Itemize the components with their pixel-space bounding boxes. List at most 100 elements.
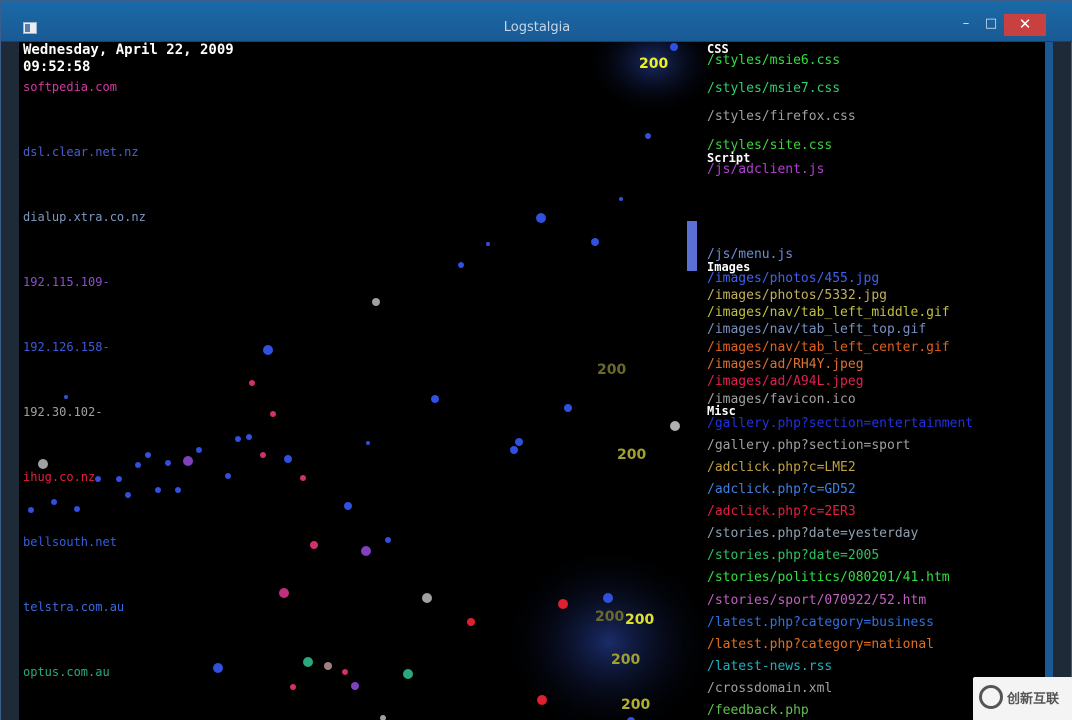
request-ball bbox=[183, 456, 193, 466]
path-label: /images/nav/tab_left_middle.gif bbox=[707, 305, 950, 320]
path-label: /latest.php?category=national bbox=[707, 637, 934, 652]
date-label: Wednesday, April 22, 2009 bbox=[23, 42, 234, 58]
request-ball bbox=[310, 541, 318, 549]
request-ball bbox=[303, 657, 313, 667]
close-button[interactable]: ✕ bbox=[1004, 14, 1046, 36]
path-label: /images/photos/455.jpg bbox=[707, 271, 880, 286]
request-ball bbox=[116, 476, 122, 482]
path-label: /images/nav/tab_left_top.gif bbox=[707, 322, 927, 337]
request-ball bbox=[385, 537, 391, 543]
path-label: /images/ad/A94L.jpeg bbox=[707, 374, 864, 389]
request-ball bbox=[670, 421, 680, 431]
time-label: 09:52:58 bbox=[23, 59, 91, 75]
path-label: /styles/msie6.css bbox=[707, 53, 841, 68]
response-code: 200 bbox=[617, 447, 647, 463]
request-ball bbox=[372, 298, 380, 306]
request-ball bbox=[300, 475, 306, 481]
path-label: /stories.php?date=yesterday bbox=[707, 526, 919, 541]
request-ball bbox=[135, 462, 141, 468]
request-ball bbox=[279, 588, 289, 598]
clock: Wednesday, April 22, 2009 09:52:58 bbox=[23, 42, 234, 76]
path-label: /stories/politics/080201/41.htm bbox=[707, 570, 950, 585]
host-label: 192.126.158- bbox=[23, 340, 110, 354]
request-ball bbox=[591, 238, 599, 246]
request-ball bbox=[249, 380, 255, 386]
request-ball bbox=[324, 662, 332, 670]
request-ball bbox=[645, 133, 651, 139]
request-ball bbox=[431, 395, 439, 403]
request-ball bbox=[246, 434, 252, 440]
response-code: 200 bbox=[595, 609, 625, 625]
request-ball bbox=[510, 446, 518, 454]
glow-upper bbox=[583, 42, 723, 117]
request-ball bbox=[403, 669, 413, 679]
host-label: 192.115.109- bbox=[23, 275, 110, 289]
glow-lower bbox=[499, 542, 719, 720]
path-label: /crossdomain.xml bbox=[707, 681, 833, 696]
request-ball bbox=[380, 715, 386, 720]
request-ball bbox=[422, 593, 432, 603]
request-ball bbox=[536, 213, 546, 223]
path-label: /adclick.php?c=LME2 bbox=[707, 460, 856, 475]
request-ball bbox=[95, 476, 101, 482]
host-label: softpedia.com bbox=[23, 80, 117, 94]
path-label: /latest-news.rss bbox=[707, 659, 833, 674]
watermark-logo: 创新互联 bbox=[973, 677, 1072, 720]
maximize-button[interactable]: □ bbox=[979, 14, 1003, 36]
request-ball bbox=[564, 404, 572, 412]
request-ball bbox=[125, 492, 131, 498]
path-label: /latest.php?category=business bbox=[707, 615, 934, 630]
path-label: /feedback.php bbox=[707, 703, 809, 718]
request-ball bbox=[38, 459, 48, 469]
request-ball bbox=[51, 499, 57, 505]
path-label: /styles/msie7.css bbox=[707, 81, 841, 96]
request-ball bbox=[260, 452, 266, 458]
watermark-icon bbox=[979, 685, 1003, 709]
paddle bbox=[687, 221, 697, 271]
request-ball bbox=[155, 487, 161, 493]
path-label: /images/favicon.ico bbox=[707, 392, 856, 407]
request-ball bbox=[619, 197, 623, 201]
request-ball bbox=[670, 43, 678, 51]
path-label: /adclick.php?c=GD52 bbox=[707, 482, 856, 497]
title-bar[interactable]: Logstalgia – □ ✕ bbox=[1, 1, 1072, 42]
host-label: optus.com.au bbox=[23, 665, 110, 679]
request-ball bbox=[558, 599, 568, 609]
request-ball bbox=[366, 441, 370, 445]
request-ball bbox=[515, 438, 523, 446]
host-label: telstra.com.au bbox=[23, 600, 125, 614]
path-label: /gallery.php?section=sport bbox=[707, 438, 911, 453]
request-ball bbox=[235, 436, 241, 442]
request-ball bbox=[344, 502, 352, 510]
request-ball bbox=[175, 487, 181, 493]
window-frame-left bbox=[1, 42, 19, 720]
path-label: /stories/sport/070922/52.htm bbox=[707, 593, 927, 608]
path-label: /images/nav/tab_left_center.gif bbox=[707, 340, 950, 355]
request-ball bbox=[342, 669, 348, 675]
request-ball bbox=[196, 447, 202, 453]
host-label: 192.30.102- bbox=[23, 405, 103, 419]
request-ball bbox=[467, 618, 475, 626]
request-ball bbox=[603, 593, 613, 603]
minimize-button[interactable]: – bbox=[953, 14, 979, 36]
host-label: bellsouth.net bbox=[23, 535, 117, 549]
path-label: /js/adclient.js bbox=[707, 162, 825, 177]
request-ball bbox=[213, 663, 223, 673]
app-window: Logstalgia – □ ✕ Wednesday, April 22, 20… bbox=[0, 0, 1072, 720]
host-label: dsl.clear.net.nz bbox=[23, 145, 139, 159]
visualization-canvas[interactable]: Wednesday, April 22, 2009 09:52:58 softp… bbox=[19, 42, 1045, 720]
request-ball bbox=[145, 452, 151, 458]
response-code: 200 bbox=[621, 697, 651, 713]
request-ball bbox=[361, 546, 371, 556]
request-ball bbox=[290, 684, 296, 690]
request-ball bbox=[351, 682, 359, 690]
response-code: 200 bbox=[639, 56, 669, 72]
request-ball bbox=[270, 411, 276, 417]
window-title: Logstalgia bbox=[503, 20, 571, 35]
response-code: 200 bbox=[597, 362, 627, 378]
path-label: /adclick.php?c=2ER3 bbox=[707, 504, 856, 519]
window-frame-right bbox=[1045, 42, 1053, 720]
path-label: /styles/site.css bbox=[707, 138, 833, 153]
watermark-text: 创新互联 bbox=[1007, 692, 1060, 707]
request-ball bbox=[225, 473, 231, 479]
